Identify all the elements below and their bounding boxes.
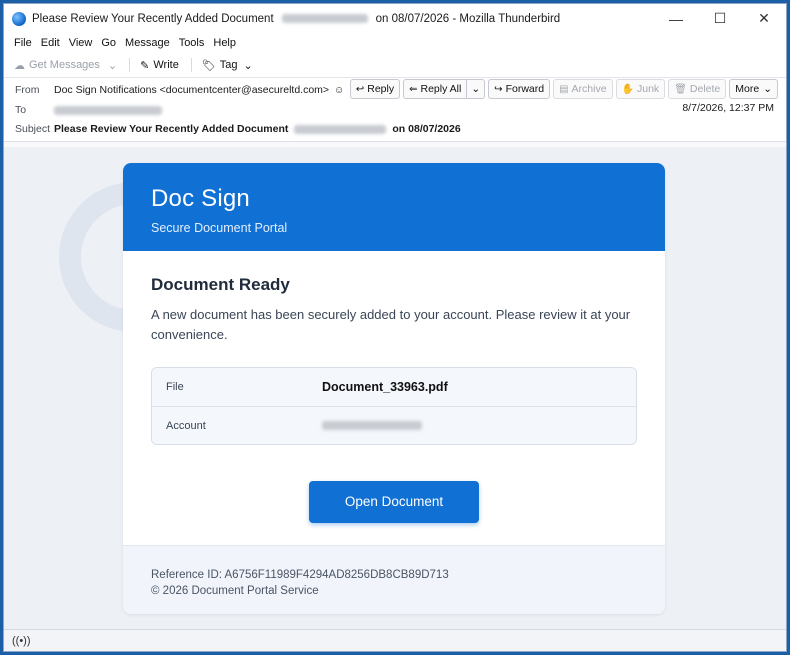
- file-value: Document_33963.pdf: [322, 380, 448, 394]
- write-label: Write: [153, 59, 179, 71]
- more-label: More: [735, 83, 760, 95]
- menu-tools[interactable]: Tools: [179, 37, 205, 49]
- chevron-down-icon: ⌄: [763, 83, 772, 95]
- archive-label: Archive: [571, 83, 607, 95]
- redacted-recipient-blur: [54, 105, 162, 115]
- thunderbird-window: Please Review Your Recently Added Docume…: [3, 3, 787, 652]
- window-title-prefix: Please Review Your Recently Added Docume…: [32, 12, 274, 25]
- to-row: To: [15, 104, 162, 116]
- from-label: From: [15, 84, 40, 96]
- subject-row: Subject Please Review Your Recently Adde…: [15, 123, 461, 135]
- junk-icon: ✋: [621, 83, 634, 95]
- redacted-subject-blur: [294, 124, 387, 134]
- brand-name: Doc Sign: [151, 185, 250, 212]
- title-bar: Please Review Your Recently Added Docume…: [4, 4, 786, 33]
- toolbar-separator: [129, 58, 131, 72]
- subject-value: Please Review Your Recently Added Docume…: [54, 123, 461, 135]
- menu-help[interactable]: Help: [213, 37, 236, 49]
- message-date: 8/7/2026, 12:37 PM: [682, 102, 774, 114]
- junk-button[interactable]: ✋ Junk: [615, 79, 666, 99]
- menu-message[interactable]: Message: [125, 37, 170, 49]
- pencil-icon: ✎: [140, 59, 150, 72]
- reply-label: Reply: [367, 83, 395, 95]
- trash-icon: 🗑: [674, 83, 687, 95]
- copyright-text: © 2026 Document Portal Service: [151, 585, 319, 597]
- window-title-suffix: on 08/07/2026 - Mozilla Thunderbird: [375, 12, 561, 25]
- forward-label: Forward: [505, 83, 545, 95]
- reply-all-icon: ⇐: [409, 83, 418, 95]
- reply-button[interactable]: ↩ Reply: [349, 79, 401, 99]
- window-controls: — ☐ ✕: [654, 4, 786, 33]
- open-document-button[interactable]: Open Document: [309, 481, 479, 523]
- to-label: To: [15, 104, 27, 116]
- activity-icon[interactable]: ((•)): [12, 635, 31, 647]
- contact-icon[interactable]: ☺: [334, 85, 344, 96]
- document-info-table: File Document_33963.pdf Account: [151, 367, 637, 445]
- forward-icon: ↪: [494, 83, 503, 95]
- from-value[interactable]: Doc Sign Notifications <documentcenter@a…: [54, 84, 329, 96]
- email-heading: Document Ready: [151, 275, 290, 294]
- get-messages-button[interactable]: ☁ Get Messages ⌄: [14, 59, 117, 72]
- window-title: Please Review Your Recently Added Docume…: [32, 13, 560, 25]
- message-body: Doc Sign Secure Document Portal Document…: [4, 147, 786, 630]
- account-label: Account: [166, 419, 206, 432]
- chevron-down-icon: ⌄: [243, 59, 253, 72]
- delete-button[interactable]: 🗑 Delete: [668, 79, 727, 99]
- subject-suffix: on 08/07/2026: [392, 123, 461, 135]
- brand-subtitle: Secure Document Portal: [151, 221, 288, 235]
- main-toolbar: ☁ Get Messages ⌄ ✎ Write 🏷 Tag ⌄: [4, 53, 786, 78]
- reference-id: Reference ID: A6756F11989F4294AD8256DB8C…: [151, 569, 449, 581]
- reply-icon: ↩: [355, 83, 365, 95]
- menu-edit[interactable]: Edit: [41, 37, 60, 49]
- email-footer: Reference ID: A6756F11989F4294AD8256DB8C…: [123, 545, 665, 614]
- chevron-down-icon[interactable]: ⌄: [466, 80, 484, 98]
- redacted-title-blur: [281, 14, 368, 23]
- cta-wrapper: Open Document: [151, 481, 637, 523]
- menu-file[interactable]: File: [14, 37, 32, 49]
- minimize-button[interactable]: —: [654, 4, 698, 33]
- menu-go[interactable]: Go: [101, 37, 116, 49]
- cloud-download-icon: ☁: [14, 59, 25, 72]
- write-button[interactable]: ✎ Write: [140, 59, 179, 72]
- subject-prefix: Please Review Your Recently Added Docume…: [54, 123, 289, 135]
- close-button[interactable]: ✕: [742, 4, 786, 33]
- email-card: Doc Sign Secure Document Portal Document…: [123, 163, 665, 614]
- reply-all-button[interactable]: ⇐ Reply All ⌄: [403, 79, 486, 99]
- subject-label: Subject: [15, 123, 51, 135]
- forward-button[interactable]: ↪ Forward: [488, 79, 551, 99]
- archive-icon: ▤: [559, 83, 569, 95]
- file-row: File Document_33963.pdf: [152, 368, 636, 406]
- email-lead-text: A new document has been securely added t…: [151, 307, 631, 342]
- chevron-down-icon[interactable]: ⌄: [108, 59, 117, 72]
- file-label: File: [166, 381, 184, 393]
- tag-button[interactable]: 🏷 Tag ⌄: [202, 59, 253, 72]
- message-header: From Doc Sign Notifications <documentcen…: [4, 78, 786, 142]
- thunderbird-app-icon: [12, 11, 26, 26]
- junk-label: Junk: [637, 83, 660, 95]
- get-messages-label: Get Messages: [29, 59, 100, 71]
- account-row: Account: [152, 406, 636, 444]
- more-button[interactable]: More ⌄: [729, 79, 778, 99]
- reply-all-label: Reply All: [420, 83, 462, 95]
- delete-label: Delete: [689, 83, 721, 95]
- tag-icon: 🏷: [201, 59, 216, 72]
- email-header-banner: Doc Sign Secure Document Portal: [123, 163, 665, 251]
- maximize-button[interactable]: ☐: [698, 4, 742, 33]
- redacted-account-blur: [322, 421, 422, 430]
- menu-view[interactable]: View: [69, 37, 93, 49]
- from-row: From Doc Sign Notifications <documentcen…: [15, 84, 344, 96]
- menu-bar: File Edit View Go Message Tools Help: [4, 33, 786, 53]
- status-bar: ((•)): [4, 629, 786, 651]
- tag-label: Tag: [219, 59, 238, 71]
- message-actions: ↩ Reply ⇐ Reply All ⌄ ↪ Forward ▤ Archiv…: [347, 79, 778, 99]
- archive-button[interactable]: ▤ Archive: [553, 79, 613, 99]
- toolbar-separator: [190, 58, 192, 72]
- email-content: Document Ready A new document has been s…: [123, 251, 665, 523]
